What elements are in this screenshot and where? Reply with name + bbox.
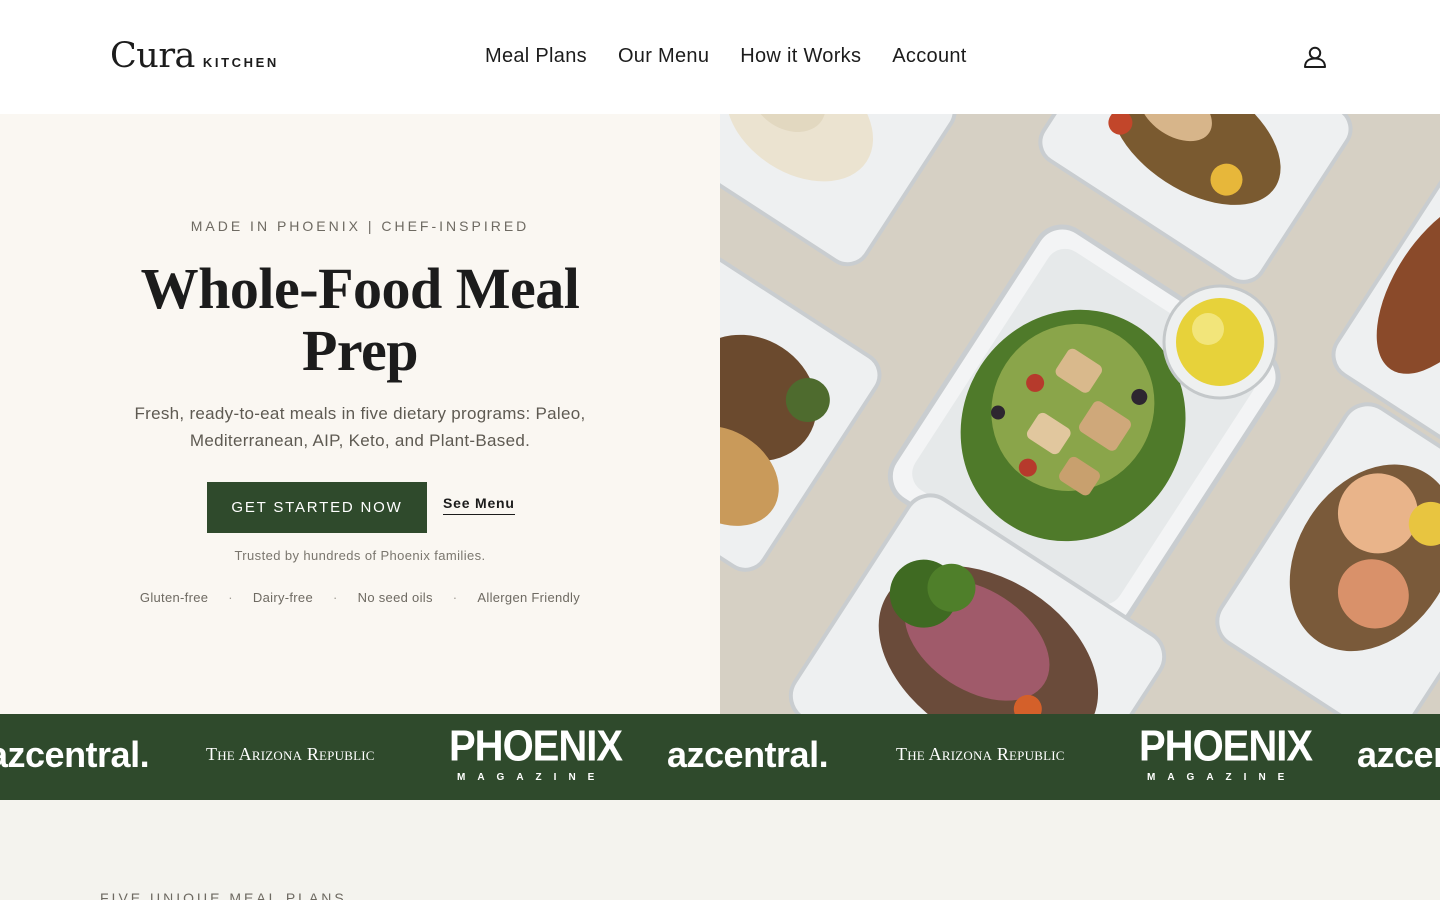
trust-text: Trusted by hundreds of Phoenix families. (234, 548, 486, 563)
nav-meal-plans[interactable]: Meal Plans (485, 45, 587, 68)
phoenix-magazine-title: PHOENIX (1139, 721, 1313, 771)
nav-our-menu[interactable]: Our Menu (618, 45, 709, 68)
press-strip: azcentral. The Arizona Republic PHOENIX … (0, 714, 1440, 800)
feature-allergen-friendly: Allergen Friendly (477, 590, 581, 605)
see-menu-link[interactable]: See Menu (443, 495, 515, 515)
arizona-republic-logo: The Arizona Republic (896, 744, 1065, 764)
phoenix-magazine-title: PHOENIX (449, 721, 623, 771)
nav-how-it-works[interactable]: How it Works (740, 45, 861, 68)
hero-title: Whole-Food Meal Prep (140, 256, 580, 383)
arizona-republic-logo: The Arizona Republic (206, 744, 375, 764)
nav-account[interactable]: Account (892, 45, 966, 68)
meal-trays-illustration (720, 114, 1440, 714)
azcentral-logo: azcentral. (1357, 734, 1440, 775)
feature-no-seed-oils: No seed oils (357, 590, 433, 605)
feature-list: Gluten-free · Dairy-free · No seed oils … (0, 590, 720, 605)
phoenix-magazine-logo: PHOENIX MAGAZINE (1139, 721, 1313, 783)
azcentral-logo: azcentral. (667, 734, 829, 775)
logo-subtitle: KITCHEN (202, 55, 279, 70)
feature-separator: · (332, 590, 338, 605)
feature-separator: · (228, 590, 233, 605)
hero-eyebrow: MADE IN PHOENIX | CHEF-INSPIRED (190, 218, 530, 234)
phoenix-magazine-logo: PHOENIX MAGAZINE (449, 721, 623, 783)
get-started-button[interactable]: GET STARTED NOW (207, 482, 427, 533)
hero-food-image (720, 114, 1440, 714)
hero-description: Fresh, ready-to-eat meals in five dietar… (134, 404, 586, 450)
feature-dairy-free: Dairy-free (252, 590, 313, 605)
feature-gluten-free: Gluten-free (139, 590, 209, 605)
phoenix-magazine-subtitle: MAGAZINE (1147, 772, 1297, 783)
logo-wordmark: Cura (110, 36, 195, 76)
azcentral-logo: azcentral. (0, 734, 150, 775)
logo[interactable]: Cura KITCHEN (110, 38, 279, 74)
user-icon[interactable] (1302, 44, 1328, 70)
main-nav: Meal Plans Our Menu How it Works Account (485, 40, 967, 72)
meal-plans-eyebrow: FIVE UNIQUE MEAL PLANS (100, 890, 347, 900)
feature-separator: · (452, 590, 458, 605)
phoenix-magazine-subtitle: MAGAZINE (457, 772, 607, 783)
site-header: Cura KITCHEN Meal Plans Our Menu How it … (0, 0, 1440, 114)
